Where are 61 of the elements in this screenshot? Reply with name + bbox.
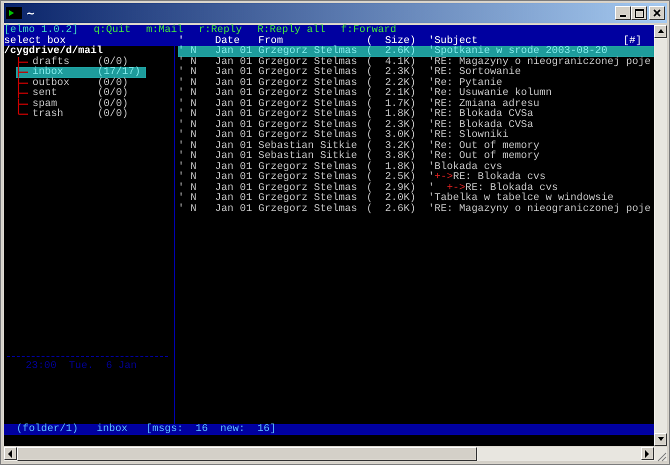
arrow-left-icon (6, 450, 14, 458)
folder-item[interactable]: sent (0/0) (16, 88, 146, 98)
maximize-icon (634, 8, 644, 18)
maximize-button[interactable] (631, 6, 647, 20)
tree-branch-icon (16, 98, 30, 109)
scroll-left-button[interactable] (4, 447, 17, 460)
pane-title: select box (4, 36, 66, 46)
scroll-right-button[interactable] (641, 447, 654, 460)
close-button[interactable] (649, 6, 665, 20)
message-row[interactable]: ' N Jan 01 Grzegorz Stelmas ( 2.5K) '+->RE: Blokada cvs (178, 172, 654, 182)
message-row[interactable]: ' N Jan 01 Grzegorz Stelmas ( 4.1K) 'RE: Magazyny o nieograniczonej poje (178, 56, 654, 67)
tree-branch-icon (16, 78, 30, 88)
column-header: Date (215, 36, 240, 46)
column-header: 'Subject (428, 36, 478, 46)
message-row[interactable]: ' N Jan 01 Sebastian Sitkie ( 3.8K) 'Re: Out of memory (178, 151, 654, 162)
message-row[interactable]: ' N Jan 01 Grzegorz Stelmas ( 2.3K) 'RE: Sortowanie (178, 67, 654, 78)
app-version: [elmo 1.0.2] (4, 25, 78, 36)
shortcut-hint: R:Reply all (257, 25, 326, 36)
message-row[interactable]: ' N Jan 01 Sebastian Sitkie ( 3.2K) 'Re: Out of memory (178, 140, 654, 151)
scroll-thumb[interactable] (17, 447, 477, 461)
horizontal-scrollbar[interactable] (4, 447, 667, 461)
arrow-down-icon (656, 436, 664, 444)
column-header: [#] (623, 36, 642, 46)
terminal-icon (6, 7, 22, 19)
folder-item[interactable]: spam (0/0) (16, 98, 146, 109)
message-row[interactable]: ' N Jan 01 Grzegorz Stelmas ( 2.2K) 'Re: Pytanie (178, 78, 654, 88)
window-title: ~ (26, 6, 36, 20)
message-row[interactable]: ' N Jan 01 Grzegorz Stelmas ( 2.1K) 'Re: Usuwanie kolumn (178, 88, 654, 98)
mail-path: /cygdrive/d/mail (4, 46, 103, 56)
message-row[interactable]: ' N Jan 01 Grzegorz Stelmas ( 1.8K) 'Blokada cvs (178, 162, 654, 172)
arrow-right-icon (644, 450, 652, 458)
column-header: ' (178, 36, 184, 46)
shortcut-hint: r:Reply (198, 25, 242, 36)
vertical-scrollbar[interactable] (654, 25, 667, 446)
scroll-up-button[interactable] (654, 25, 667, 38)
tree-branch-icon (16, 67, 30, 78)
arrow-up-icon (656, 28, 664, 36)
message-row[interactable]: ' N Jan 01 Grzegorz Stelmas ( 3.0K) 'RE: Slowniki (178, 130, 654, 140)
status-text: (folder/1) (16, 424, 78, 434)
shortcut-hint: f:Forward (340, 25, 396, 36)
shortcut-hint: m:Mail (146, 25, 184, 36)
status-text: inbox (96, 424, 128, 434)
clock-text: 23:00 Tue. 6 Jan (24, 361, 138, 372)
folder-item[interactable]: outbox (0/0) (16, 78, 146, 88)
close-icon (653, 9, 661, 17)
message-row[interactable]: ' N Jan 01 Grzegorz Stelmas ( 2.0K) 'Tabelka w tabelce w windowsie (178, 193, 654, 204)
message-row[interactable]: ' N Jan 01 Grzegorz Stelmas ( 1.7K) 'RE: Zmiana adresu (178, 98, 654, 109)
message-row[interactable]: ' N Jan 01 Grzegorz Stelmas ( 2.9K) ' +->RE: Blokada cvs (178, 182, 654, 193)
shortcut-hint: q:Quit (94, 25, 131, 36)
folder-item[interactable]: trash (0/0) (16, 109, 146, 120)
message-row[interactable]: ' N Jan 01 Grzegorz Stelmas ( 1.8K) 'RE: Blokada CVSa (178, 109, 654, 120)
tree-branch-icon (16, 56, 30, 67)
folder-item[interactable]: drafts (0/0) (16, 56, 146, 67)
tree-branch-icon (16, 88, 30, 98)
scroll-down-button[interactable] (654, 433, 667, 446)
status-text: [msgs: 16 new: 16] (146, 424, 276, 434)
minimize-button[interactable] (615, 6, 631, 20)
column-header: ( Size) (366, 36, 416, 46)
message-row[interactable]: ' N Jan 01 Grzegorz Stelmas ( 2.6K) 'RE: Magazyny o nieograniczonej poje (178, 204, 654, 214)
message-row[interactable]: ' N Jan 01 Grzegorz Stelmas ( 2.3K) 'RE: Blokada CVSa (178, 120, 654, 130)
column-header: From (258, 36, 284, 46)
